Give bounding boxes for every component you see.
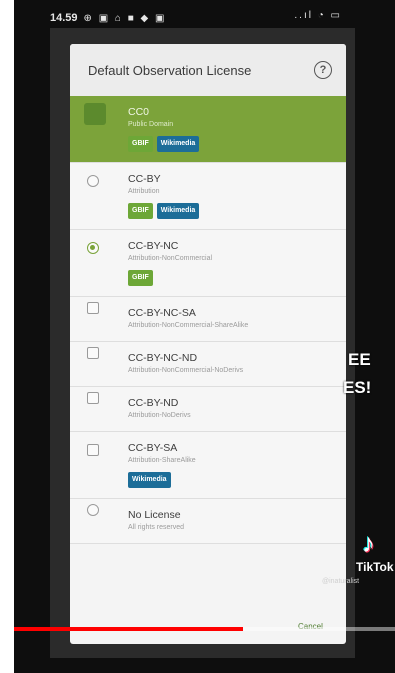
video-progress-fill [14,627,243,631]
license-name: CC-BY [128,173,161,185]
license-radio[interactable] [87,302,99,314]
license-description: Attribution-NonCommercial-ShareAlike [128,322,249,329]
license-description: Attribution-NoDerivs [128,412,191,419]
notification-icons: ⊕ ▣ ⌂ ■ ◆ ▣ [83,12,167,24]
license-option-cc-by-nd[interactable]: CC-BY-ND Attribution-NoDerivs [70,387,346,432]
license-radio[interactable] [84,103,106,125]
license-name: CC-BY-SA [128,442,178,454]
status-bar: 14.59 ⊕ ▣ ⌂ ■ ◆ ▣ ..ıl ◔ ▭ [50,10,350,26]
gbif-badge: GBIF [128,270,153,286]
license-dialog: Default Observation License ? CC0 Public … [70,44,346,644]
license-name: CC-BY-NC [128,240,179,252]
license-name: CC-BY-NC-ND [128,352,198,364]
license-description: Public Domain [128,121,174,128]
tiktok-logo-icon: ♪ [362,528,375,558]
overlay-caption-line1: EE [348,350,371,369]
overlay-caption-line2: ES! [343,378,372,397]
license-badges: GBIF Wikimedia [128,136,338,152]
license-option-cc-by-nc-sa[interactable]: CC-BY-NC-SA Attribution-NonCommercial-Sha… [70,297,346,342]
license-radio[interactable] [87,444,99,456]
license-description: Attribution [128,188,160,195]
license-radio[interactable] [87,504,99,516]
video-progress-bar[interactable] [14,627,395,631]
status-time: 14.59 [50,12,78,24]
dialog-header: Default Observation License ? [70,44,346,96]
wikimedia-badge: Wikimedia [156,136,200,152]
license-list: CC0 Public Domain GBIF Wikimedia CC-BY Attrib… [70,96,346,544]
license-option-cc0[interactable]: CC0 Public Domain GBIF Wikimedia [70,96,346,163]
license-badges: GBIF [128,270,338,286]
wikimedia-badge: Wikimedia [128,472,171,488]
license-option-cc-by-nc[interactable]: CC-BY-NC Attribution-NonCommercial GBIF [70,230,346,297]
dialog-title: Default Observation License [88,62,252,78]
gbif-badge: GBIF [128,203,153,219]
license-badges: GBIF Wikimedia [128,203,338,219]
license-option-cc-by[interactable]: CC-BY Attribution GBIF Wikimedia [70,163,346,230]
license-badges: Wikimedia [128,472,338,488]
license-description: All rights reserved [128,524,185,531]
license-radio[interactable] [87,175,99,187]
gbif-badge: GBIF [128,136,153,152]
license-name: CC0 [128,106,150,118]
license-radio[interactable] [87,392,99,404]
license-radio[interactable] [87,242,99,254]
license-name: No License [128,509,181,521]
license-option-cc-by-sa[interactable]: CC-BY-SA Attribution-ShareAlike Wikimedia [70,432,346,499]
license-option-no-license[interactable]: No License All rights reserved [70,499,346,544]
license-option-cc-by-nc-nd[interactable]: CC-BY-NC-ND Attribution-NonCommercial-NoD… [70,342,346,387]
license-radio[interactable] [87,347,99,359]
license-name: CC-BY-NC-SA [128,307,196,319]
signal-battery-icons: ..ıl ◔ ▭ [294,10,342,21]
license-name: CC-BY-ND [128,397,179,409]
license-description: Attribution-ShareAlike [128,457,196,464]
tiktok-username: @inaturalist [322,578,360,585]
wikimedia-badge: Wikimedia [156,203,200,219]
license-description: Attribution-NonCommercial-NoDerivs [128,367,244,374]
tiktok-watermark: TikTok [356,560,394,574]
license-description: Attribution-NonCommercial [128,255,213,262]
help-icon[interactable]: ? [314,61,332,79]
